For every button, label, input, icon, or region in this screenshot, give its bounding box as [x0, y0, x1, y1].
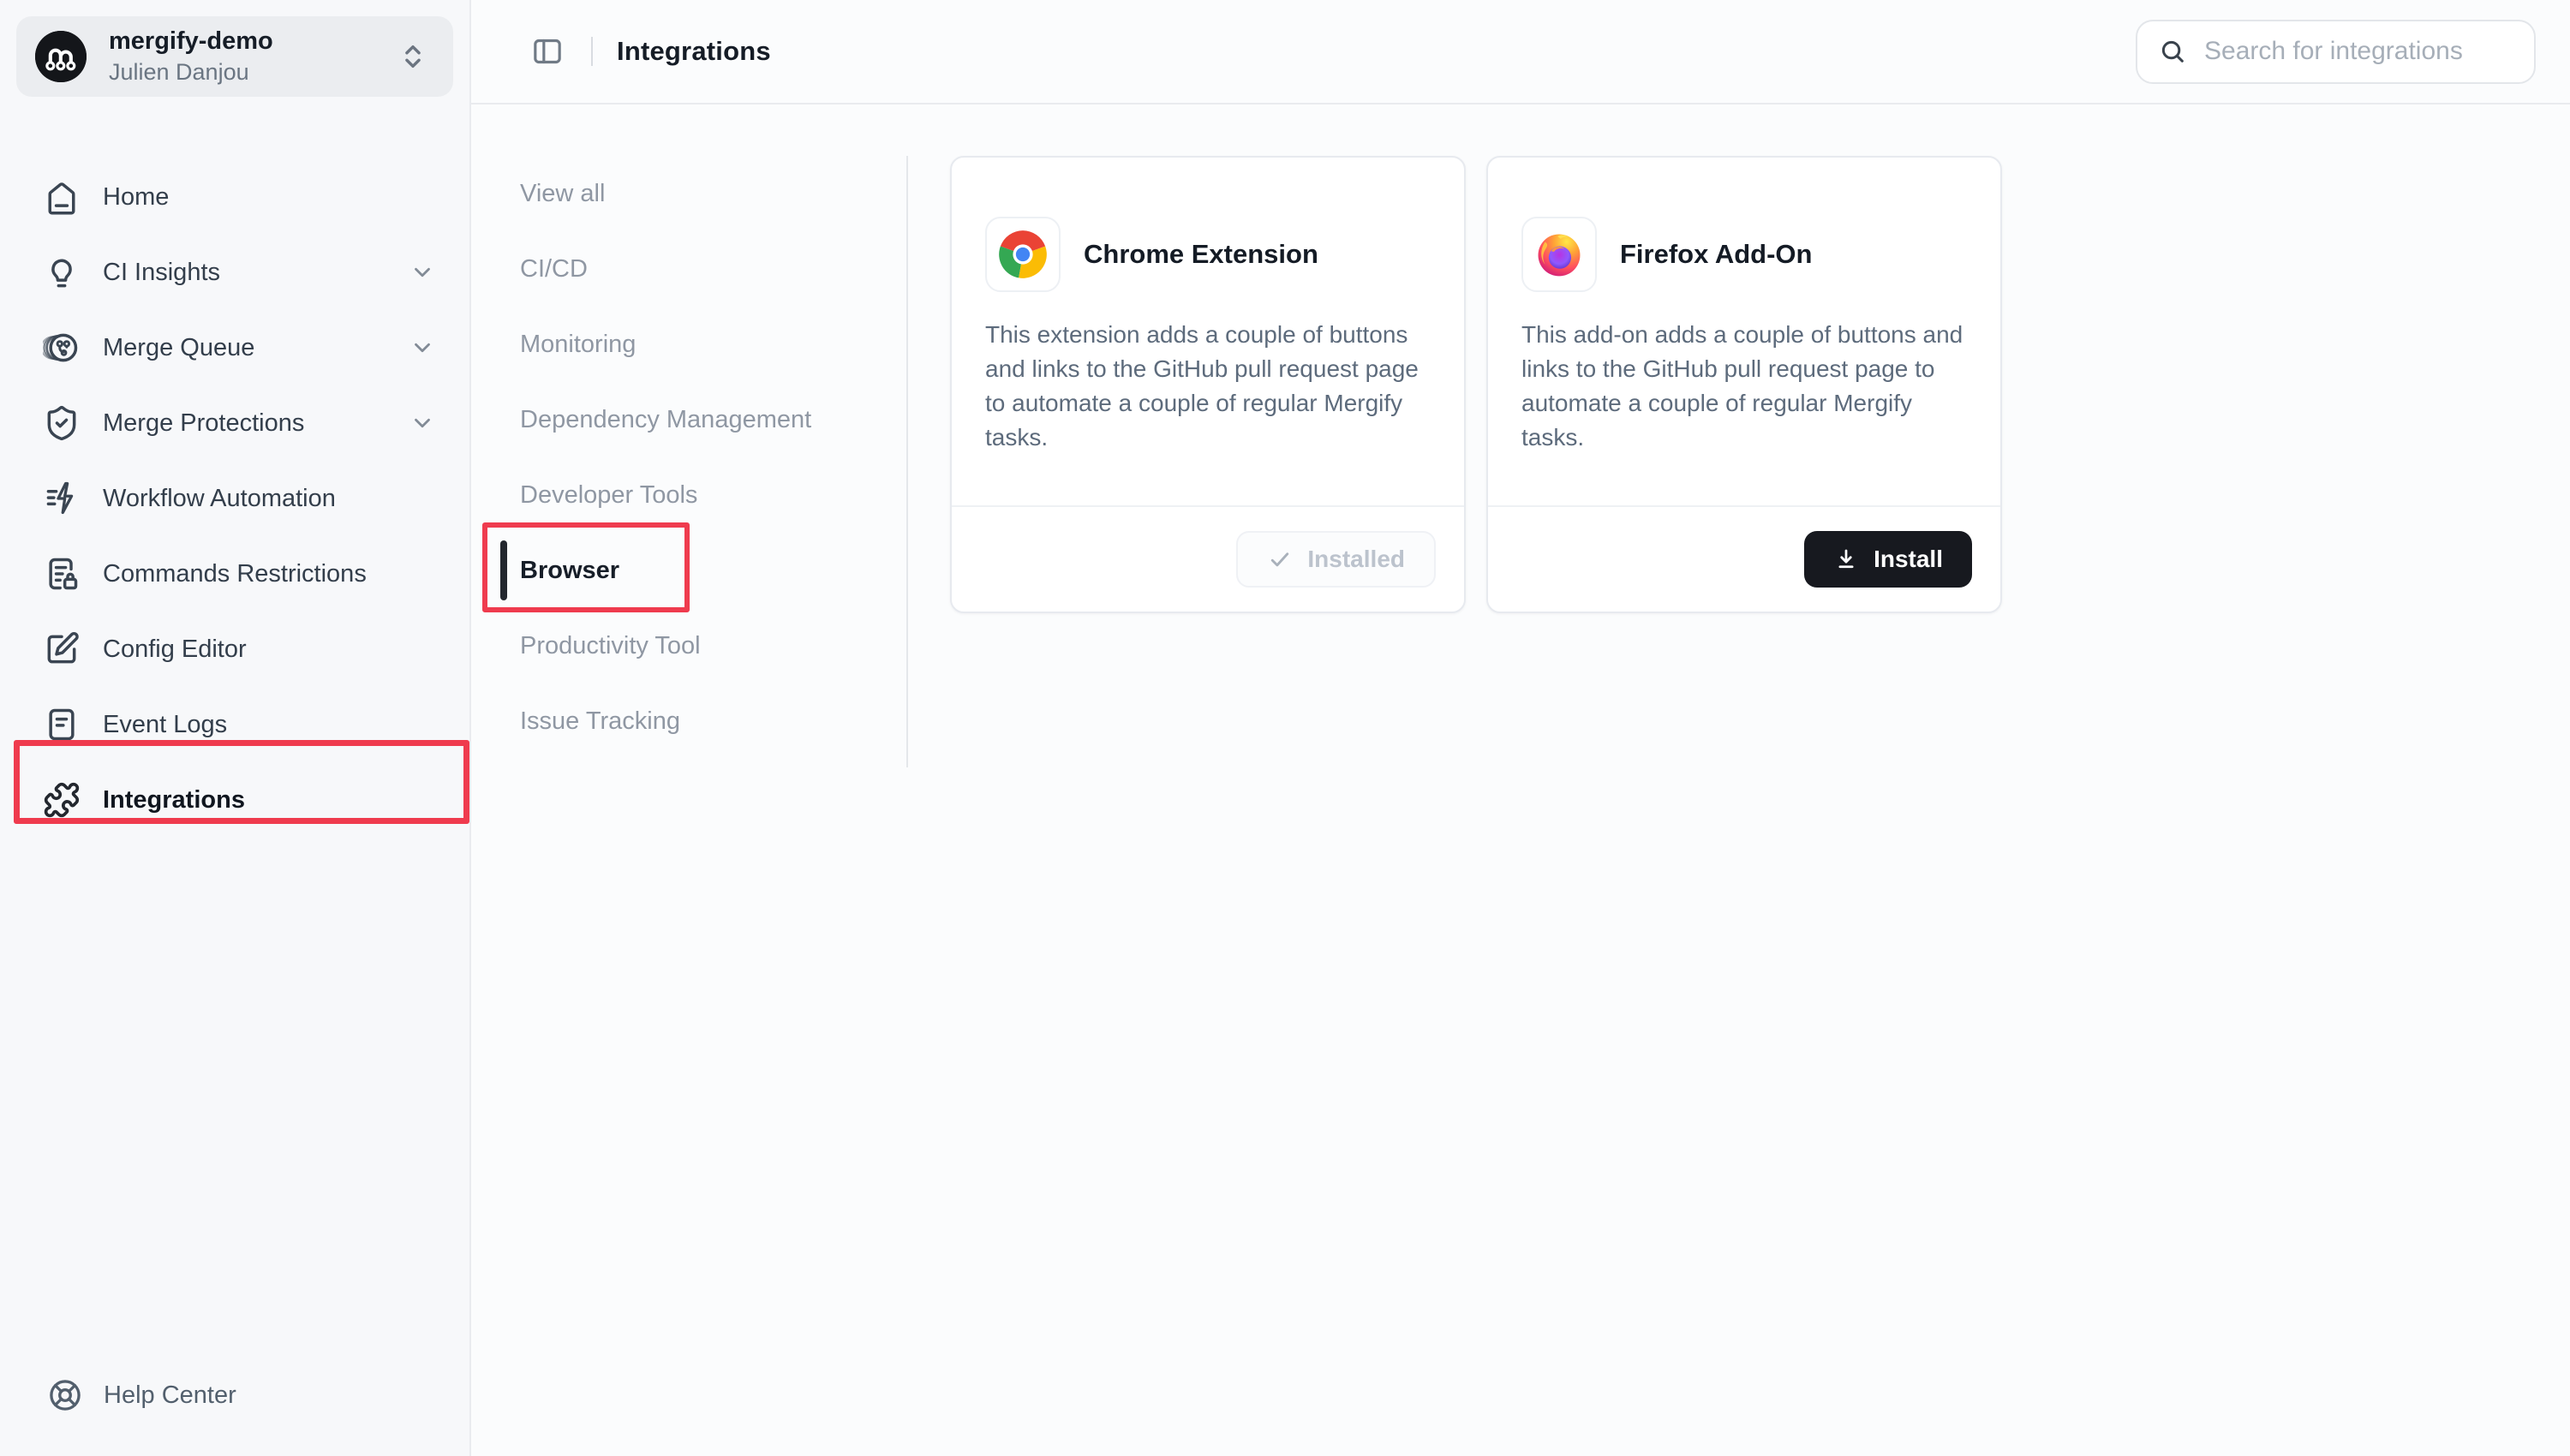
sidebar-item-integrations[interactable]: Integrations: [0, 762, 469, 838]
account-switcher[interactable]: mergify-demo Julien Danjou: [16, 16, 453, 97]
card-description: This extension adds a couple of buttons …: [985, 318, 1431, 455]
sidebar-item-label: Merge Queue: [103, 334, 254, 362]
puzzle-icon: [43, 781, 81, 819]
active-category-indicator: [500, 540, 507, 600]
category-developer-tools[interactable]: Developer Tools: [520, 457, 906, 533]
installed-button[interactable]: Installed: [1236, 531, 1436, 588]
sidebar-item-home[interactable]: Home: [0, 159, 469, 235]
category-issue-tracking[interactable]: Issue Tracking: [520, 683, 906, 759]
sidebar-item-label: Event Logs: [103, 711, 227, 739]
category-view-all[interactable]: View all: [520, 156, 906, 231]
panel-left-icon: [530, 34, 565, 69]
category-productivity-tool[interactable]: Productivity Tool: [520, 608, 906, 683]
account-user-name: Julien Danjou: [109, 58, 273, 87]
sidebar-item-ci-insights[interactable]: CI Insights: [0, 235, 469, 310]
sidebar-item-label: Merge Protections: [103, 409, 304, 438]
category-label: Developer Tools: [520, 481, 697, 510]
zap-lines-icon: [43, 480, 81, 517]
sidebar-item-label: Home: [103, 183, 169, 212]
sidebar-bottom: Help Center: [0, 1377, 469, 1456]
chevron-down-icon: [409, 410, 435, 436]
category-browser[interactable]: Browser: [520, 533, 906, 608]
help-center-link[interactable]: Help Center: [47, 1377, 469, 1413]
card-body: Firefox Add-On This add-on adds a couple…: [1488, 158, 2000, 455]
category-label: Issue Tracking: [520, 707, 680, 736]
category-monitoring[interactable]: Monitoring: [520, 307, 906, 382]
check-icon: [1267, 546, 1293, 572]
search-icon: [2158, 37, 2187, 66]
firefox-logo-icon: [1521, 217, 1597, 292]
chrome-logo-icon: [985, 217, 1061, 292]
merge-queue-icon: [43, 329, 81, 367]
integration-cards: Chrome Extension This extension adds a c…: [950, 156, 2002, 613]
sidebar-item-label: CI Insights: [103, 259, 220, 287]
category-dependency-management[interactable]: Dependency Management: [520, 382, 906, 457]
sidebar-item-merge-protections[interactable]: Merge Protections: [0, 385, 469, 461]
download-icon: [1833, 546, 1859, 572]
account-labels: mergify-demo Julien Danjou: [109, 26, 273, 87]
sidebar-item-config-editor[interactable]: Config Editor: [0, 612, 469, 687]
file-lock-icon: [43, 555, 81, 593]
install-button[interactable]: Install: [1804, 531, 1972, 588]
card-description: This add-on adds a couple of buttons and…: [1521, 318, 1967, 455]
category-label: Dependency Management: [520, 406, 811, 434]
integrations-content: View all CI/CD Monitoring Dependency Man…: [471, 104, 2570, 767]
page-title: Integrations: [617, 36, 771, 67]
card-title: Chrome Extension: [1084, 239, 1318, 270]
app-root: mergify-demo Julien Danjou Home: [0, 0, 2570, 1456]
install-button-label: Install: [1874, 546, 1943, 573]
category-ci-cd[interactable]: CI/CD: [520, 231, 906, 307]
top-bar: Integrations: [471, 0, 2570, 104]
help-center-label: Help Center: [104, 1381, 236, 1410]
sidebar-item-label: Integrations: [103, 786, 245, 815]
sidebar-item-label: Workflow Automation: [103, 485, 336, 513]
square-pen-icon: [43, 630, 81, 668]
home-icon: [43, 178, 81, 216]
card-title: Firefox Add-On: [1620, 239, 1812, 270]
category-label: Productivity Tool: [520, 632, 701, 660]
sidebar-toggle-button[interactable]: [528, 32, 567, 71]
shield-check-icon: [43, 404, 81, 442]
header-divider: [591, 37, 593, 66]
integrations-search[interactable]: [2136, 20, 2536, 84]
file-text-icon: [43, 706, 81, 743]
life-buoy-icon: [47, 1377, 83, 1413]
sidebar-item-event-logs[interactable]: Event Logs: [0, 687, 469, 762]
mergify-logo: [35, 31, 87, 82]
chrome-extension-card: Chrome Extension This extension adds a c…: [950, 156, 1466, 613]
category-label: CI/CD: [520, 255, 588, 283]
sidebar-item-merge-queue[interactable]: Merge Queue: [0, 310, 469, 385]
sidebar-item-label: Commands Restrictions: [103, 560, 367, 588]
account-org-name: mergify-demo: [109, 26, 273, 57]
lightbulb-icon: [43, 254, 81, 291]
installed-button-label: Installed: [1307, 546, 1405, 573]
firefox-addon-card: Firefox Add-On This add-on adds a couple…: [1486, 156, 2002, 613]
category-label: View all: [520, 180, 605, 208]
card-footer: Install: [1488, 505, 2000, 612]
sidebar-nav: Home CI Insights: [0, 159, 469, 838]
sidebar-item-label: Config Editor: [103, 636, 247, 664]
chevrons-up-down-icon: [398, 42, 427, 71]
category-label: Monitoring: [520, 331, 636, 359]
search-input[interactable]: [2204, 37, 2513, 66]
main-area: Integrations View all CI/CD Monitoring D…: [471, 0, 2570, 1456]
chevron-down-icon: [409, 260, 435, 285]
category-list: View all CI/CD Monitoring Dependency Man…: [520, 156, 908, 767]
card-footer: Installed: [952, 505, 1464, 612]
sidebar: mergify-demo Julien Danjou Home: [0, 0, 471, 1456]
chevron-down-icon: [409, 335, 435, 361]
sidebar-item-workflow-automation[interactable]: Workflow Automation: [0, 461, 469, 536]
sidebar-item-commands-restrictions[interactable]: Commands Restrictions: [0, 536, 469, 612]
category-label: Browser: [520, 557, 619, 585]
card-body: Chrome Extension This extension adds a c…: [952, 158, 1464, 455]
